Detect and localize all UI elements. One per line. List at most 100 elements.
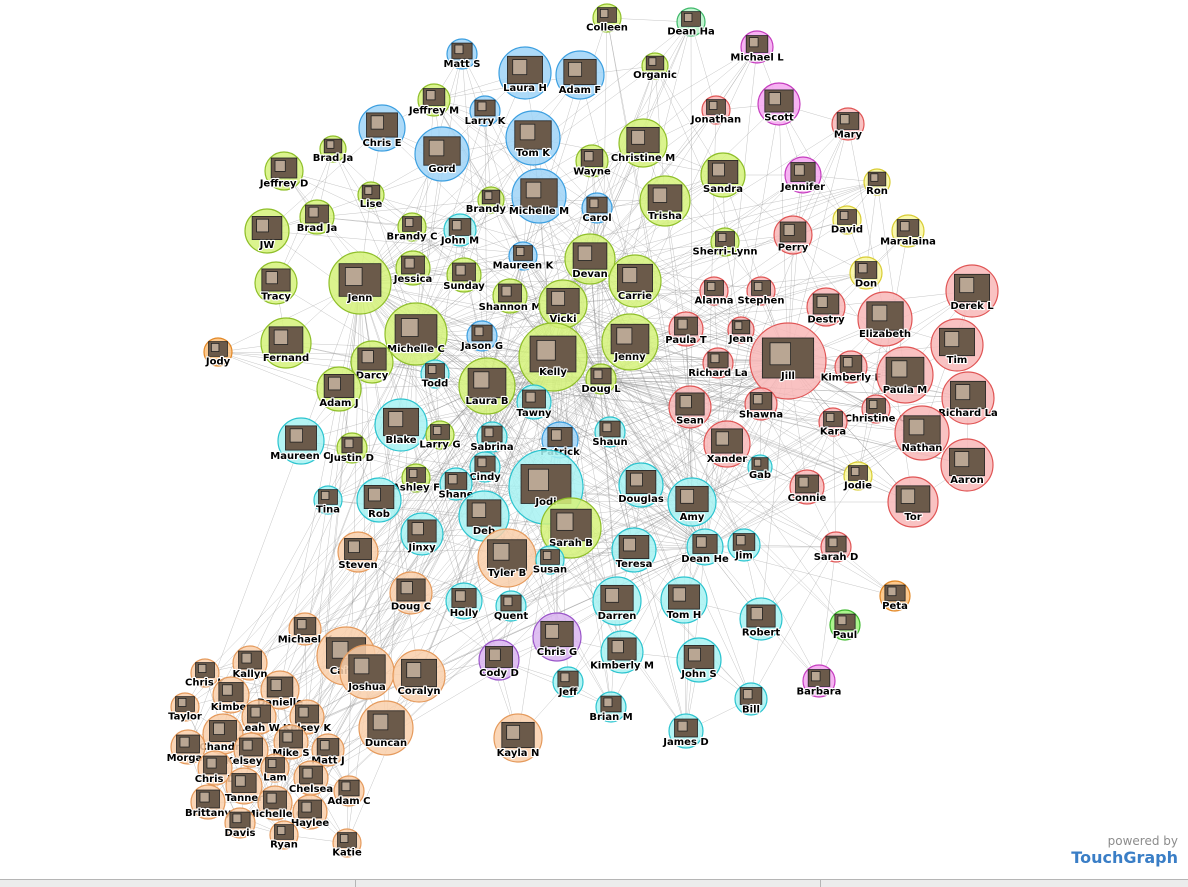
graph-node[interactable]: Kimberly F (820, 350, 883, 385)
node-label[interactable]: Darren (596, 610, 637, 623)
graph-node[interactable]: Michelle C (384, 302, 448, 366)
graph-node[interactable]: Aaron (940, 438, 994, 492)
node-label[interactable]: Jeff (557, 686, 580, 699)
node-label[interactable]: Lise (359, 198, 384, 211)
node-label[interactable]: Jonathan (689, 113, 742, 126)
graph-node[interactable]: Richard La (687, 347, 749, 380)
node-label[interactable]: Derek L (949, 300, 995, 313)
graph-node[interactable]: Tina (313, 485, 343, 517)
node-label[interactable]: Sean (675, 415, 705, 428)
graph-node[interactable]: Larry K (464, 95, 508, 128)
graph-node[interactable]: Shannon M (478, 278, 543, 314)
graph-node[interactable]: Haylee (290, 794, 331, 830)
graph-node[interactable]: Devan (564, 233, 616, 285)
node-label[interactable]: James D (661, 736, 710, 749)
graph-node[interactable]: Laura B (458, 357, 516, 415)
node-label[interactable]: Laura B (464, 395, 509, 408)
graph-node[interactable]: Don (849, 256, 883, 291)
graph-node[interactable]: Chris G (532, 612, 582, 662)
graph-node[interactable]: Jessica (392, 250, 434, 286)
node-label[interactable]: Bill (741, 703, 761, 716)
graph-node[interactable]: Wayne (572, 144, 612, 179)
graph-node[interactable]: Carol (581, 192, 613, 225)
node-label[interactable]: John S (679, 668, 718, 681)
graph-node[interactable]: Joshua (339, 644, 395, 700)
node-label[interactable]: Devan (571, 268, 609, 281)
graph-node[interactable]: Elizabeth (857, 291, 913, 347)
graph-node[interactable]: Sean (668, 385, 712, 429)
node-label[interactable]: Jessica (392, 273, 434, 286)
graph-node[interactable]: Teresa (611, 527, 657, 573)
node-label[interactable]: Perry (777, 241, 810, 254)
graph-node[interactable]: James D (661, 713, 710, 749)
node-label[interactable]: Kimberly F (820, 372, 883, 385)
node-label[interactable]: Christine M (610, 152, 677, 165)
node-label[interactable]: Davis (223, 827, 256, 840)
node-label[interactable]: Dean He (680, 553, 730, 566)
graph-node[interactable]: Todd (420, 359, 450, 390)
node-label[interactable]: Tawny (515, 407, 553, 420)
graph-node[interactable]: Adam C (326, 775, 372, 808)
graph-node[interactable]: Jody (203, 337, 233, 368)
graph-node[interactable]: Brad Ja (296, 199, 338, 235)
node-label[interactable]: Trisha (647, 210, 683, 223)
graph-node[interactable]: David (830, 205, 864, 236)
network-graph[interactable]: Colleen Dean Ha Michael L Matt S Laura H Adam… (0, 0, 1188, 880)
node-label[interactable]: Jim (733, 549, 754, 562)
graph-node[interactable]: Jeff (552, 666, 584, 699)
graph-node[interactable]: Michael L (729, 30, 785, 65)
horizontal-scrollbar[interactable] (0, 879, 1188, 887)
node-label[interactable]: Destry (806, 313, 846, 326)
graph-node[interactable]: Kayla N (493, 713, 543, 763)
graph-node[interactable]: Fernand (260, 317, 312, 369)
node-label[interactable]: Jinxy (406, 541, 437, 554)
graph-node[interactable]: Destry (806, 287, 846, 327)
graph-node[interactable]: Paul (829, 609, 861, 642)
node-label[interactable]: Larry K (464, 115, 508, 128)
graph-node[interactable]: Doug C (389, 571, 433, 615)
node-label[interactable]: Laura H (502, 82, 548, 95)
node-label[interactable]: Barbara (795, 685, 842, 698)
graph-node[interactable]: Douglas (617, 462, 665, 508)
touchgraph-branding[interactable]: powered by TouchGraph (1071, 834, 1178, 867)
graph-node[interactable]: Jonathan (689, 95, 742, 127)
node-label[interactable]: Brandy C (385, 230, 438, 243)
node-label[interactable]: Organic (632, 69, 678, 82)
node-label[interactable]: Rob (367, 508, 391, 521)
graph-node[interactable]: Quent (493, 590, 529, 623)
graph-node[interactable]: Peta (879, 580, 911, 613)
node-label[interactable]: Joshua (346, 681, 387, 694)
node-label[interactable]: Holly (449, 607, 480, 620)
graph-node[interactable]: Paula M (876, 346, 934, 404)
node-label[interactable]: Jenn (346, 292, 374, 305)
node-label[interactable]: Jennifer (779, 181, 827, 194)
node-label[interactable]: Michelle M (508, 205, 571, 218)
node-label[interactable]: Chris E (361, 137, 402, 150)
graph-node[interactable]: Scott (757, 82, 801, 126)
graph-node[interactable]: Jean (727, 316, 755, 346)
graph-node[interactable]: Duncan (358, 700, 414, 756)
graph-node[interactable]: Maralaina (879, 214, 937, 249)
node-label[interactable]: Connie (787, 492, 828, 505)
node-label[interactable]: John M (439, 235, 481, 248)
graph-node[interactable]: Tyler B (477, 528, 537, 588)
node-label[interactable]: Carrie (617, 290, 654, 303)
graph-node[interactable]: Michelle M (508, 168, 571, 224)
graph-node[interactable]: Matt S (442, 38, 482, 71)
node-label[interactable]: Jeffrey D (258, 177, 310, 190)
node-label[interactable]: Jenny (612, 351, 647, 364)
node-label[interactable]: Sabrina (469, 441, 515, 454)
node-label[interactable]: Peta (881, 600, 909, 613)
graph-node[interactable]: Tim (930, 318, 984, 372)
graph-node[interactable]: Rob (356, 477, 402, 523)
node-label[interactable]: Steven (337, 559, 378, 572)
node-label[interactable]: Sunday (442, 280, 486, 293)
node-label[interactable]: Leah W (237, 722, 281, 735)
node-label[interactable]: Haylee (290, 817, 331, 830)
node-label[interactable]: Brittany (184, 807, 233, 820)
node-label[interactable]: Todd (421, 377, 450, 390)
node-label[interactable]: Jodie (842, 479, 873, 492)
node-label[interactable]: Paula T (664, 334, 708, 347)
node-label[interactable]: Amy (679, 511, 706, 524)
node-label[interactable]: Kimberly M (589, 659, 655, 672)
